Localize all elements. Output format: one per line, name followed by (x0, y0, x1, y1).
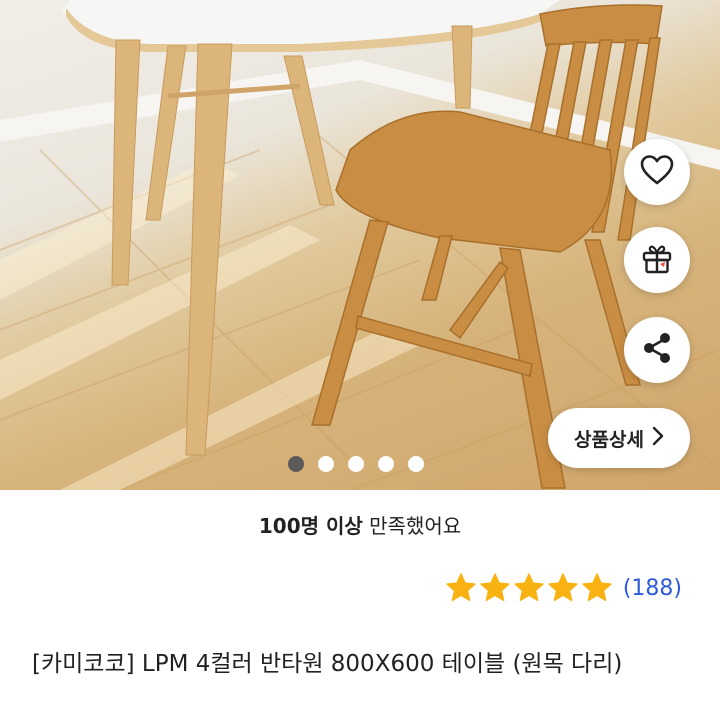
star-icon (480, 573, 510, 602)
carousel-dot[interactable] (408, 456, 424, 472)
product-detail-label: 상품상세 (574, 428, 644, 451)
share-icon (640, 331, 674, 369)
gift-icon (639, 240, 675, 280)
star-rating (445, 572, 613, 604)
gift-button[interactable] (624, 227, 690, 293)
product-title: [카미코코] LPM 4컬러 반타원 800X600 테이블 (원목 다리) (32, 651, 623, 677)
satisfaction-label: 만족했어요 (362, 514, 462, 538)
share-button[interactable] (624, 317, 690, 383)
star-icon (514, 573, 544, 602)
review-count-link[interactable]: (188) (623, 576, 682, 601)
star-icon (446, 573, 476, 602)
wishlist-button[interactable] (624, 139, 690, 205)
carousel-dot[interactable] (318, 456, 334, 472)
carousel-indicator (288, 456, 424, 472)
satisfaction-text: 100명 이상 만족했어요 (0, 510, 720, 539)
star-icon (582, 573, 612, 602)
product-detail-button[interactable]: 상품상세 (548, 408, 690, 468)
carousel-dot[interactable] (348, 456, 364, 472)
star-icon (548, 573, 578, 602)
chevron-right-icon (652, 426, 664, 450)
heart-icon (640, 155, 674, 189)
carousel-dot[interactable] (288, 456, 304, 472)
carousel-dot[interactable] (378, 456, 394, 472)
satisfaction-count: 100명 이상 (258, 514, 363, 538)
rating-summary[interactable]: (188) (445, 572, 682, 604)
